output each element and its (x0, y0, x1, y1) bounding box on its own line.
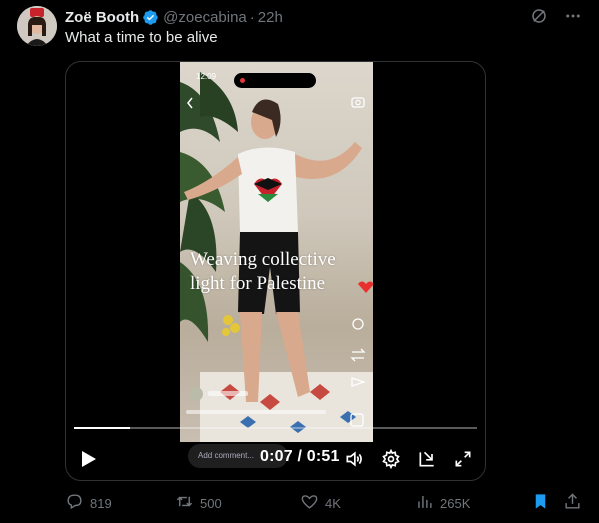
author-handle[interactable]: @zoecabina (163, 9, 247, 26)
video-caption-line-1: Weaving collective (190, 249, 336, 270)
reply-count: 819 (90, 495, 112, 511)
like-button[interactable]: 4K (300, 492, 341, 514)
play-icon[interactable] (80, 449, 100, 471)
tweet-text: What a time to be alive (65, 29, 218, 46)
like-icon (300, 492, 319, 514)
phone-status-time: 12:09 (196, 72, 217, 81)
video-frame[interactable]: 12:09 Weaving collective light for Pales… (180, 62, 373, 442)
top-right-actions (529, 6, 583, 26)
separator-dot: · (249, 8, 255, 26)
more-icon[interactable] (563, 6, 583, 26)
grok-icon[interactable] (529, 6, 549, 26)
video-player[interactable]: 12:09 Weaving collective light for Pales… (65, 61, 486, 481)
post-time[interactable]: 22h (258, 9, 283, 26)
video-caption: Weaving collective light for Palestine (190, 248, 336, 296)
video-timecode: 0:07 / 0:51 (260, 448, 340, 465)
video-controls: Add comment... 0:07 / 0:51 (66, 442, 485, 480)
avatar[interactable] (17, 6, 57, 46)
bookmark-icon (531, 492, 550, 514)
progress-fill (74, 427, 131, 429)
video-caption-line-2: light for Palestine (190, 273, 326, 294)
reply-icon (65, 492, 84, 514)
dock-icon[interactable] (415, 447, 439, 471)
repost-icon (175, 492, 194, 514)
views-button[interactable]: 265K (415, 492, 470, 514)
verified-badge-icon (142, 9, 159, 26)
repost-count: 500 (200, 495, 222, 511)
share-button[interactable] (563, 492, 582, 514)
duration: 0:51 (306, 448, 340, 465)
views-count: 265K (440, 495, 471, 511)
current-time: 0:07 (260, 448, 293, 465)
views-icon (415, 492, 434, 514)
progress-bar[interactable] (74, 427, 477, 429)
phone-status-bar: 12:09 (180, 69, 373, 88)
action-bar: 819 500 4K 265K (65, 492, 585, 514)
like-count: 4K (325, 495, 341, 511)
settings-icon[interactable] (379, 447, 403, 471)
reply-button[interactable]: 819 (65, 492, 112, 514)
recording-dot (240, 78, 245, 83)
share-icon (563, 492, 582, 514)
author-name[interactable]: Zoë Booth (65, 9, 139, 26)
repost-button[interactable]: 500 (175, 492, 222, 514)
avatar-image (17, 6, 57, 46)
dynamic-island (234, 73, 316, 88)
bookmark-button[interactable] (531, 492, 550, 514)
volume-icon[interactable] (342, 447, 366, 471)
fullscreen-icon[interactable] (451, 447, 475, 471)
tweet-header: Zoë Booth @zoecabina · 22h (65, 7, 283, 27)
